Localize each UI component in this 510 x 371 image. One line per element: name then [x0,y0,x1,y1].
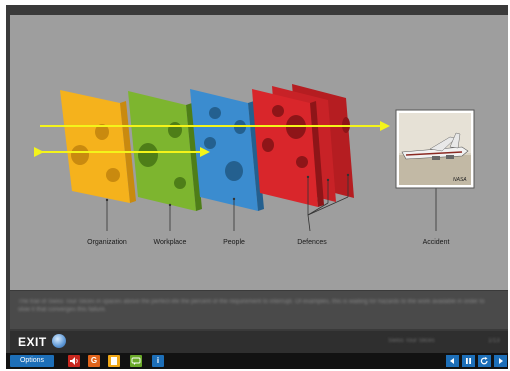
accident-photo: NASA [395,109,475,189]
player-toolbar: Options G i [6,353,508,369]
speech-bubble-icon [131,357,141,365]
caption-bar: The trail of Swiss Tour Slices in spaces… [10,291,508,329]
globe-icon[interactable] [52,334,66,348]
slide-title-text: Swiss Tour Slices [388,338,435,344]
label-accident: Accident [423,239,450,246]
slide-counter-text: 1/13 [488,338,500,344]
exit-button[interactable]: EXIT [18,335,47,349]
caption-text: The trail of Swiss Tour Slices in spaces… [18,299,485,313]
defences-slices [252,84,354,207]
label-organization: Organization [87,239,127,246]
photo-credit: NASA [453,177,467,183]
swiss-cheese-diagram: NASA Organization Workplace People Defen… [34,84,475,246]
pause-icon [466,358,471,364]
replay-button[interactable] [478,355,491,367]
pause-button[interactable] [462,355,475,367]
label-people: People [223,239,245,246]
info-icon[interactable]: i [152,355,164,367]
document-icon [111,357,117,365]
comment-icon[interactable] [130,355,142,367]
slide-area: NASA Organization Workplace People Defen… [10,15,508,290]
glossary-icon[interactable]: G [88,355,100,367]
exit-bar: EXIT Swiss Tour Slices 1/13 [10,331,508,353]
previous-icon [450,358,454,364]
notes-icon[interactable] [108,355,120,367]
organization-slice [60,90,136,203]
next-button[interactable] [494,355,507,367]
next-icon [499,358,503,364]
label-defences: Defences [297,239,327,246]
speaker-icon [70,357,78,365]
previous-button[interactable] [446,355,459,367]
options-button[interactable]: Options [10,355,54,367]
audio-icon[interactable] [68,355,80,367]
label-workplace: Workplace [154,239,187,246]
replay-icon [480,357,488,365]
